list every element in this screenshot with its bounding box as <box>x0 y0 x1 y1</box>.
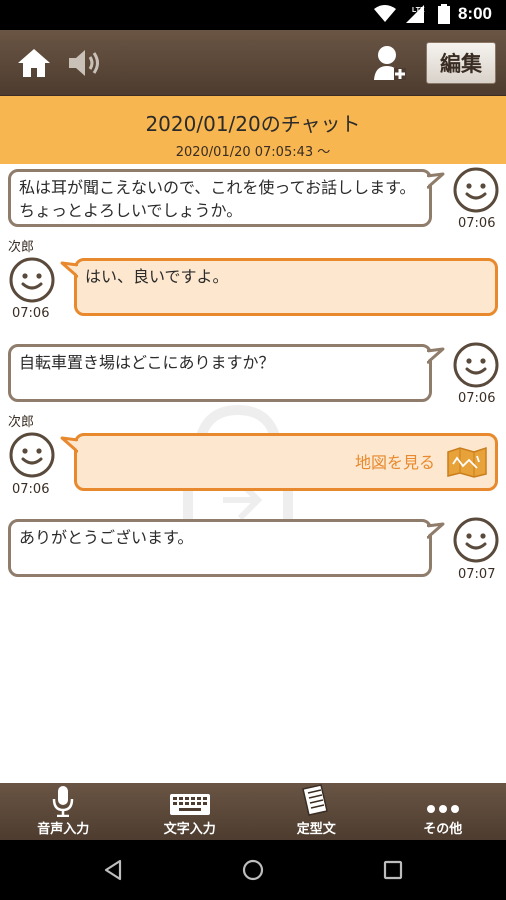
message-bubble-me[interactable]: ありがとうございます。 <box>8 519 432 577</box>
speaker-icon[interactable] <box>66 46 104 80</box>
chat-start-time: 2020/01/20 07:05:43 ～ <box>175 145 331 160</box>
smiley-face-icon <box>453 342 499 388</box>
fixed-phrases-button[interactable]: 定型文 <box>253 783 380 840</box>
wifi-icon <box>373 5 396 22</box>
smiley-face-icon <box>453 517 499 563</box>
microphone-icon <box>53 786 74 817</box>
keyboard-icon <box>169 794 210 815</box>
back-icon[interactable] <box>101 858 125 882</box>
network-type-label: LTE <box>412 7 425 14</box>
battery-icon <box>437 4 450 24</box>
message-time: 07:07 <box>458 567 496 582</box>
voice-input-label: 音声入力 <box>37 822 90 837</box>
fixed-phrases-label: 定型文 <box>296 822 336 837</box>
clock: 8:00 <box>457 4 492 23</box>
view-map-label: 地図を見る <box>354 452 435 472</box>
smiley-face-icon <box>453 167 499 213</box>
message-time: 07:06 <box>12 482 50 497</box>
message-text: ありがとうございます。 <box>19 528 194 547</box>
cell-signal-icon: LTE <box>405 5 425 23</box>
sender-name: 次郎 <box>8 415 35 430</box>
more-dots-icon <box>426 805 459 813</box>
home-nav-icon[interactable] <box>241 858 265 882</box>
text-input-button[interactable]: 文字入力 <box>127 783 254 840</box>
chat-log[interactable]: 私は耳が聞こえないので、これを使ってお話しします。ちょっとよろしいでしょうか。 … <box>0 164 506 783</box>
more-button[interactable]: その他 <box>380 783 506 840</box>
chat-title-band: 2020/01/20のチャット 2020/01/20 07:05:43 ～ <box>0 96 506 164</box>
sender-name: 次郎 <box>8 240 35 255</box>
message-bubble-me[interactable]: 私は耳が聞こえないので、これを使ってお話しします。ちょっとよろしいでしょうか。 <box>8 169 432 227</box>
home-icon[interactable] <box>16 46 52 80</box>
bubble-tail <box>60 261 78 279</box>
map-icon <box>447 446 487 478</box>
document-icon <box>302 784 329 816</box>
text-input-label: 文字入力 <box>163 822 216 837</box>
status-bar: LTE 8:00 <box>0 0 506 30</box>
message-time: 07:06 <box>458 216 496 231</box>
bottom-toolbar: 音声入力 文字入力 定型文 その他 <box>0 783 506 840</box>
more-label: その他 <box>423 822 463 837</box>
message-time: 07:06 <box>12 306 50 321</box>
message-time: 07:06 <box>458 391 496 406</box>
message-bubble-other[interactable]: はい、良いですよ。 <box>74 258 498 316</box>
voice-input-button[interactable]: 音声入力 <box>0 783 127 840</box>
bubble-tail <box>427 347 445 365</box>
system-nav-bar <box>0 840 506 900</box>
message-bubble-other[interactable]: 地図を見る <box>74 433 498 491</box>
message-text: 私は耳が聞こえないので、これを使ってお話しします。ちょっとよろしいでしょうか。 <box>19 178 416 220</box>
smiley-face-icon <box>9 257 55 303</box>
app-header: 編集 <box>0 30 506 96</box>
chat-title: 2020/01/20のチャット <box>145 112 361 136</box>
view-map-link[interactable]: 地図を見る <box>355 446 487 478</box>
message-text: 自転車置き場はどこにありますか？ <box>19 353 275 372</box>
add-user-icon[interactable] <box>372 44 408 82</box>
edit-button[interactable]: 編集 <box>426 42 496 84</box>
smiley-face-icon <box>9 432 55 478</box>
bubble-tail <box>60 436 78 454</box>
bubble-tail <box>427 172 445 190</box>
message-bubble-me[interactable]: 自転車置き場はどこにありますか？ <box>8 344 432 402</box>
bubble-tail <box>427 522 445 540</box>
message-text: はい、良いですよ。 <box>85 267 229 286</box>
recents-icon[interactable] <box>381 858 405 882</box>
